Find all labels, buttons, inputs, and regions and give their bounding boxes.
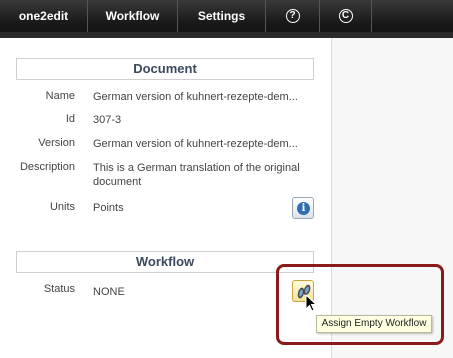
menu-one2edit[interactable]: one2edit	[0, 0, 88, 32]
status-label: Status	[43, 283, 75, 295]
copyright-icon: C	[338, 8, 353, 23]
id-label: Id	[65, 113, 75, 125]
tooltip-text: Assign Empty Workflow	[321, 318, 427, 329]
units-label: Units	[49, 201, 75, 213]
version-label: Version	[38, 137, 75, 149]
version-value: German version of kuhnert-rezepte-dem...	[93, 138, 298, 150]
help-icon: ?	[285, 8, 300, 23]
name-value: German version of kuhnert-rezepte-dem...	[93, 91, 298, 103]
workflow-section-header: Workflow	[16, 251, 314, 273]
description-value: This is a German translation of the orig…	[93, 162, 300, 188]
menu-settings-label: Settings	[197, 9, 246, 23]
top-menubar: one2edit Workflow Settings ? C	[0, 0, 453, 38]
mouse-pointer-icon	[305, 294, 317, 312]
name-label: Name	[45, 90, 75, 102]
document-section-header: Document	[16, 58, 314, 80]
info-icon: i	[297, 202, 310, 215]
id-value: 307-3	[93, 114, 122, 126]
document-section-title: Document	[133, 61, 197, 76]
menu-help[interactable]: ?	[266, 0, 320, 32]
menu-settings[interactable]: Settings	[178, 0, 266, 32]
menu-workflow-label: Workflow	[105, 9, 160, 23]
description-label: Description	[19, 161, 75, 173]
menu-one2edit-label: one2edit	[18, 9, 69, 23]
workflow-section-title: Workflow	[135, 254, 195, 269]
menu-workflow[interactable]: Workflow	[88, 0, 178, 32]
menu-copyright[interactable]: C	[320, 0, 372, 32]
assign-workflow-tooltip: Assign Empty Workflow	[316, 315, 432, 333]
document-info-button[interactable]: i	[292, 197, 314, 219]
units-value: Points	[93, 202, 124, 214]
